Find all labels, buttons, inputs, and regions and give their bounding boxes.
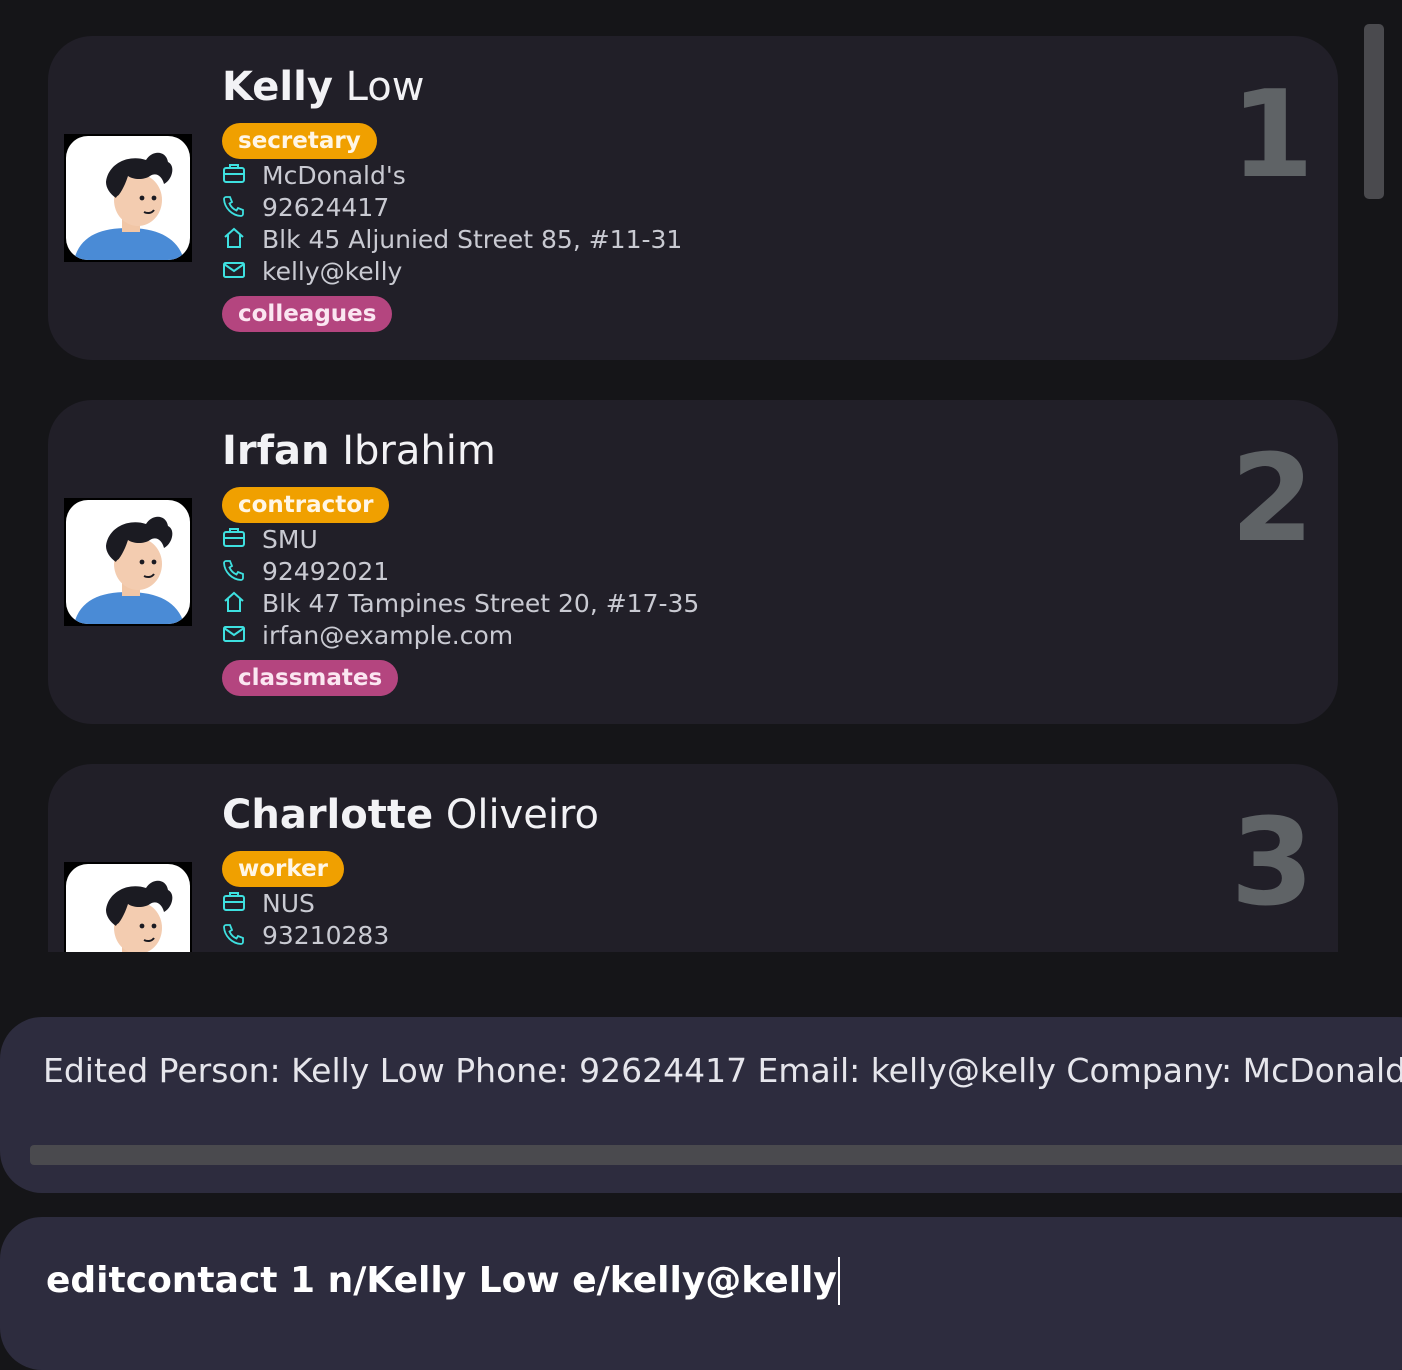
person-first-name: Charlotte bbox=[222, 792, 434, 838]
company-text: McDonald's bbox=[262, 161, 406, 190]
avatar-illustration bbox=[74, 152, 184, 260]
home-icon bbox=[224, 591, 244, 612]
person-last-name: Low bbox=[345, 64, 425, 110]
avatar-illustration bbox=[74, 516, 184, 624]
group-tag: colleagues bbox=[222, 296, 393, 332]
person-index: 3 bbox=[1230, 794, 1315, 933]
briefcase-icon bbox=[223, 892, 245, 911]
address-text: Blk 47 Tampines Street 20, #17-35 bbox=[262, 589, 700, 618]
person-name: Charlotte Oliveiro bbox=[222, 792, 599, 838]
avatar bbox=[64, 862, 192, 952]
phone-text: 93210283 bbox=[262, 921, 390, 950]
phone-icon bbox=[223, 924, 244, 945]
person-last-name: Ibrahim bbox=[342, 428, 496, 474]
person-name: Irfan Ibrahim bbox=[222, 428, 496, 474]
person-first-name: Irfan bbox=[222, 428, 330, 474]
email-text: kelly@kelly bbox=[262, 257, 403, 286]
person-first-name: Kelly bbox=[222, 64, 333, 110]
person-list[interactable]: Kelly Low secretary McDonald's 92624417 … bbox=[0, 0, 1402, 952]
role-tag: contractor bbox=[222, 487, 390, 523]
result-horizontal-scrollbar[interactable] bbox=[30, 1145, 1402, 1165]
avatar-illustration bbox=[106, 880, 173, 952]
mail-icon bbox=[223, 626, 245, 642]
email-text: irfan@example.com bbox=[262, 621, 514, 650]
person-name: Kelly Low bbox=[222, 64, 424, 110]
company-text: SMU bbox=[262, 525, 318, 554]
person-card[interactable]: Irfan Ibrahim contractor SMU 92492021 Bl… bbox=[48, 400, 1338, 724]
briefcase-icon bbox=[223, 528, 245, 547]
result-display: Edited Person: Kelly Low Phone: 92624417… bbox=[0, 1017, 1402, 1193]
phone-text: 92624417 bbox=[262, 193, 390, 222]
person-index: 1 bbox=[1230, 66, 1315, 205]
text-caret bbox=[837, 1257, 840, 1305]
person-index: 2 bbox=[1230, 430, 1315, 569]
result-text: Edited Person: Kelly Low Phone: 92624417… bbox=[43, 1051, 1402, 1090]
phone-text: 92492021 bbox=[262, 557, 390, 586]
person-card[interactable]: Charlotte Oliveiro worker NUS 93210283 3 bbox=[48, 764, 1338, 952]
person-last-name: Oliveiro bbox=[445, 792, 599, 838]
command-input-text: editcontact 1 n/Kelly Low e/kelly@kelly bbox=[46, 1260, 837, 1301]
person-card[interactable]: Kelly Low secretary McDonald's 92624417 … bbox=[48, 36, 1338, 360]
role-tag: worker bbox=[222, 851, 345, 887]
avatar bbox=[64, 498, 192, 626]
company-text: NUS bbox=[262, 889, 315, 918]
list-scrollbar-thumb[interactable] bbox=[1364, 24, 1384, 199]
role-tag: secretary bbox=[222, 123, 377, 159]
briefcase-icon bbox=[223, 164, 245, 183]
mail-icon bbox=[223, 262, 245, 278]
home-icon bbox=[224, 227, 244, 248]
phone-icon bbox=[223, 560, 244, 581]
avatar bbox=[64, 134, 192, 262]
address-text: Blk 45 Aljunied Street 85, #11-31 bbox=[262, 225, 683, 254]
group-tag: classmates bbox=[222, 660, 399, 696]
command-box[interactable]: editcontact 1 n/Kelly Low e/kelly@kelly bbox=[0, 1217, 1402, 1370]
phone-icon bbox=[223, 196, 244, 217]
command-input[interactable]: editcontact 1 n/Kelly Low e/kelly@kelly bbox=[46, 1257, 840, 1305]
